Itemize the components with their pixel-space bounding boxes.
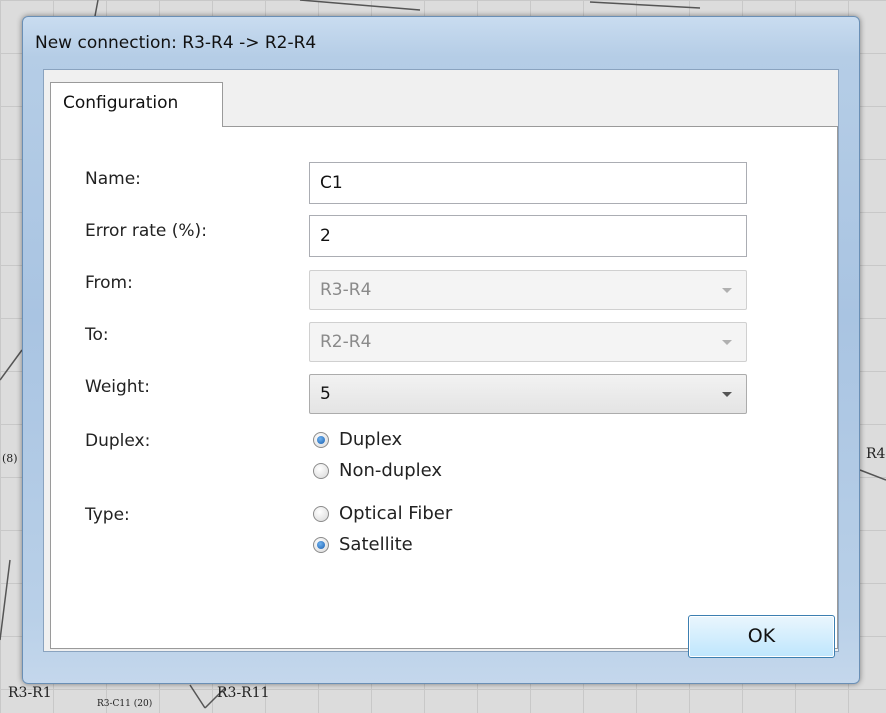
to-select-value: R2-R4 — [320, 332, 372, 352]
duplex-radio[interactable]: Duplex — [313, 429, 402, 450]
radio-unchecked-icon — [313, 462, 329, 479]
to-select: R2-R4 — [309, 322, 747, 362]
radio-checked-icon — [313, 536, 329, 553]
dialog-client-area: Configuration Name: Error rate (%): From… — [43, 69, 839, 652]
name-label: Name: — [85, 169, 141, 189]
satellite-radio[interactable]: Satellite — [313, 534, 413, 555]
optical-fiber-radio[interactable]: Optical Fiber — [313, 503, 452, 524]
weight-select-value: 5 — [320, 384, 331, 404]
new-connection-dialog: New connection: R3-R4 -> R2-R4 Configura… — [22, 16, 860, 684]
bg-label-left: (8) — [2, 452, 18, 465]
radio-unchecked-icon — [313, 505, 329, 522]
chevron-down-icon — [722, 340, 732, 345]
radio-checked-icon — [313, 431, 329, 448]
type-label: Type: — [85, 505, 130, 525]
configuration-panel: Name: Error rate (%): From: R3-R4 To: R2… — [50, 126, 838, 649]
tab-configuration-label: Configuration — [63, 93, 179, 113]
from-select-value: R3-R4 — [320, 280, 372, 300]
name-input[interactable] — [309, 162, 747, 204]
ok-button[interactable]: OK — [688, 615, 835, 658]
duplex-label: Duplex: — [85, 431, 151, 451]
optical-fiber-radio-label: Optical Fiber — [339, 503, 453, 524]
bg-label-right: R4 — [866, 446, 886, 462]
non-duplex-radio[interactable]: Non-duplex — [313, 460, 442, 481]
tab-configuration[interactable]: Configuration — [50, 82, 223, 127]
chevron-down-icon — [722, 392, 732, 397]
non-duplex-radio-label: Non-duplex — [339, 460, 443, 481]
satellite-radio-label: Satellite — [339, 534, 413, 555]
duplex-radio-label: Duplex — [339, 429, 403, 450]
chevron-down-icon — [722, 288, 732, 293]
weight-select[interactable]: 5 — [309, 374, 747, 414]
error-rate-input[interactable] — [309, 215, 747, 257]
error-rate-label: Error rate (%): — [85, 221, 207, 241]
from-label: From: — [85, 273, 133, 293]
weight-label: Weight: — [85, 377, 150, 397]
bg-label-bottom-left: R3-R1 — [8, 685, 52, 701]
bg-label-bottom-right: R3-R11 — [217, 685, 270, 701]
bg-label-bottom-small: R3-C11 (20) — [97, 699, 153, 709]
dialog-title: New connection: R3-R4 -> R2-R4 — [35, 33, 317, 53]
from-select: R3-R4 — [309, 270, 747, 310]
to-label: To: — [85, 325, 109, 345]
